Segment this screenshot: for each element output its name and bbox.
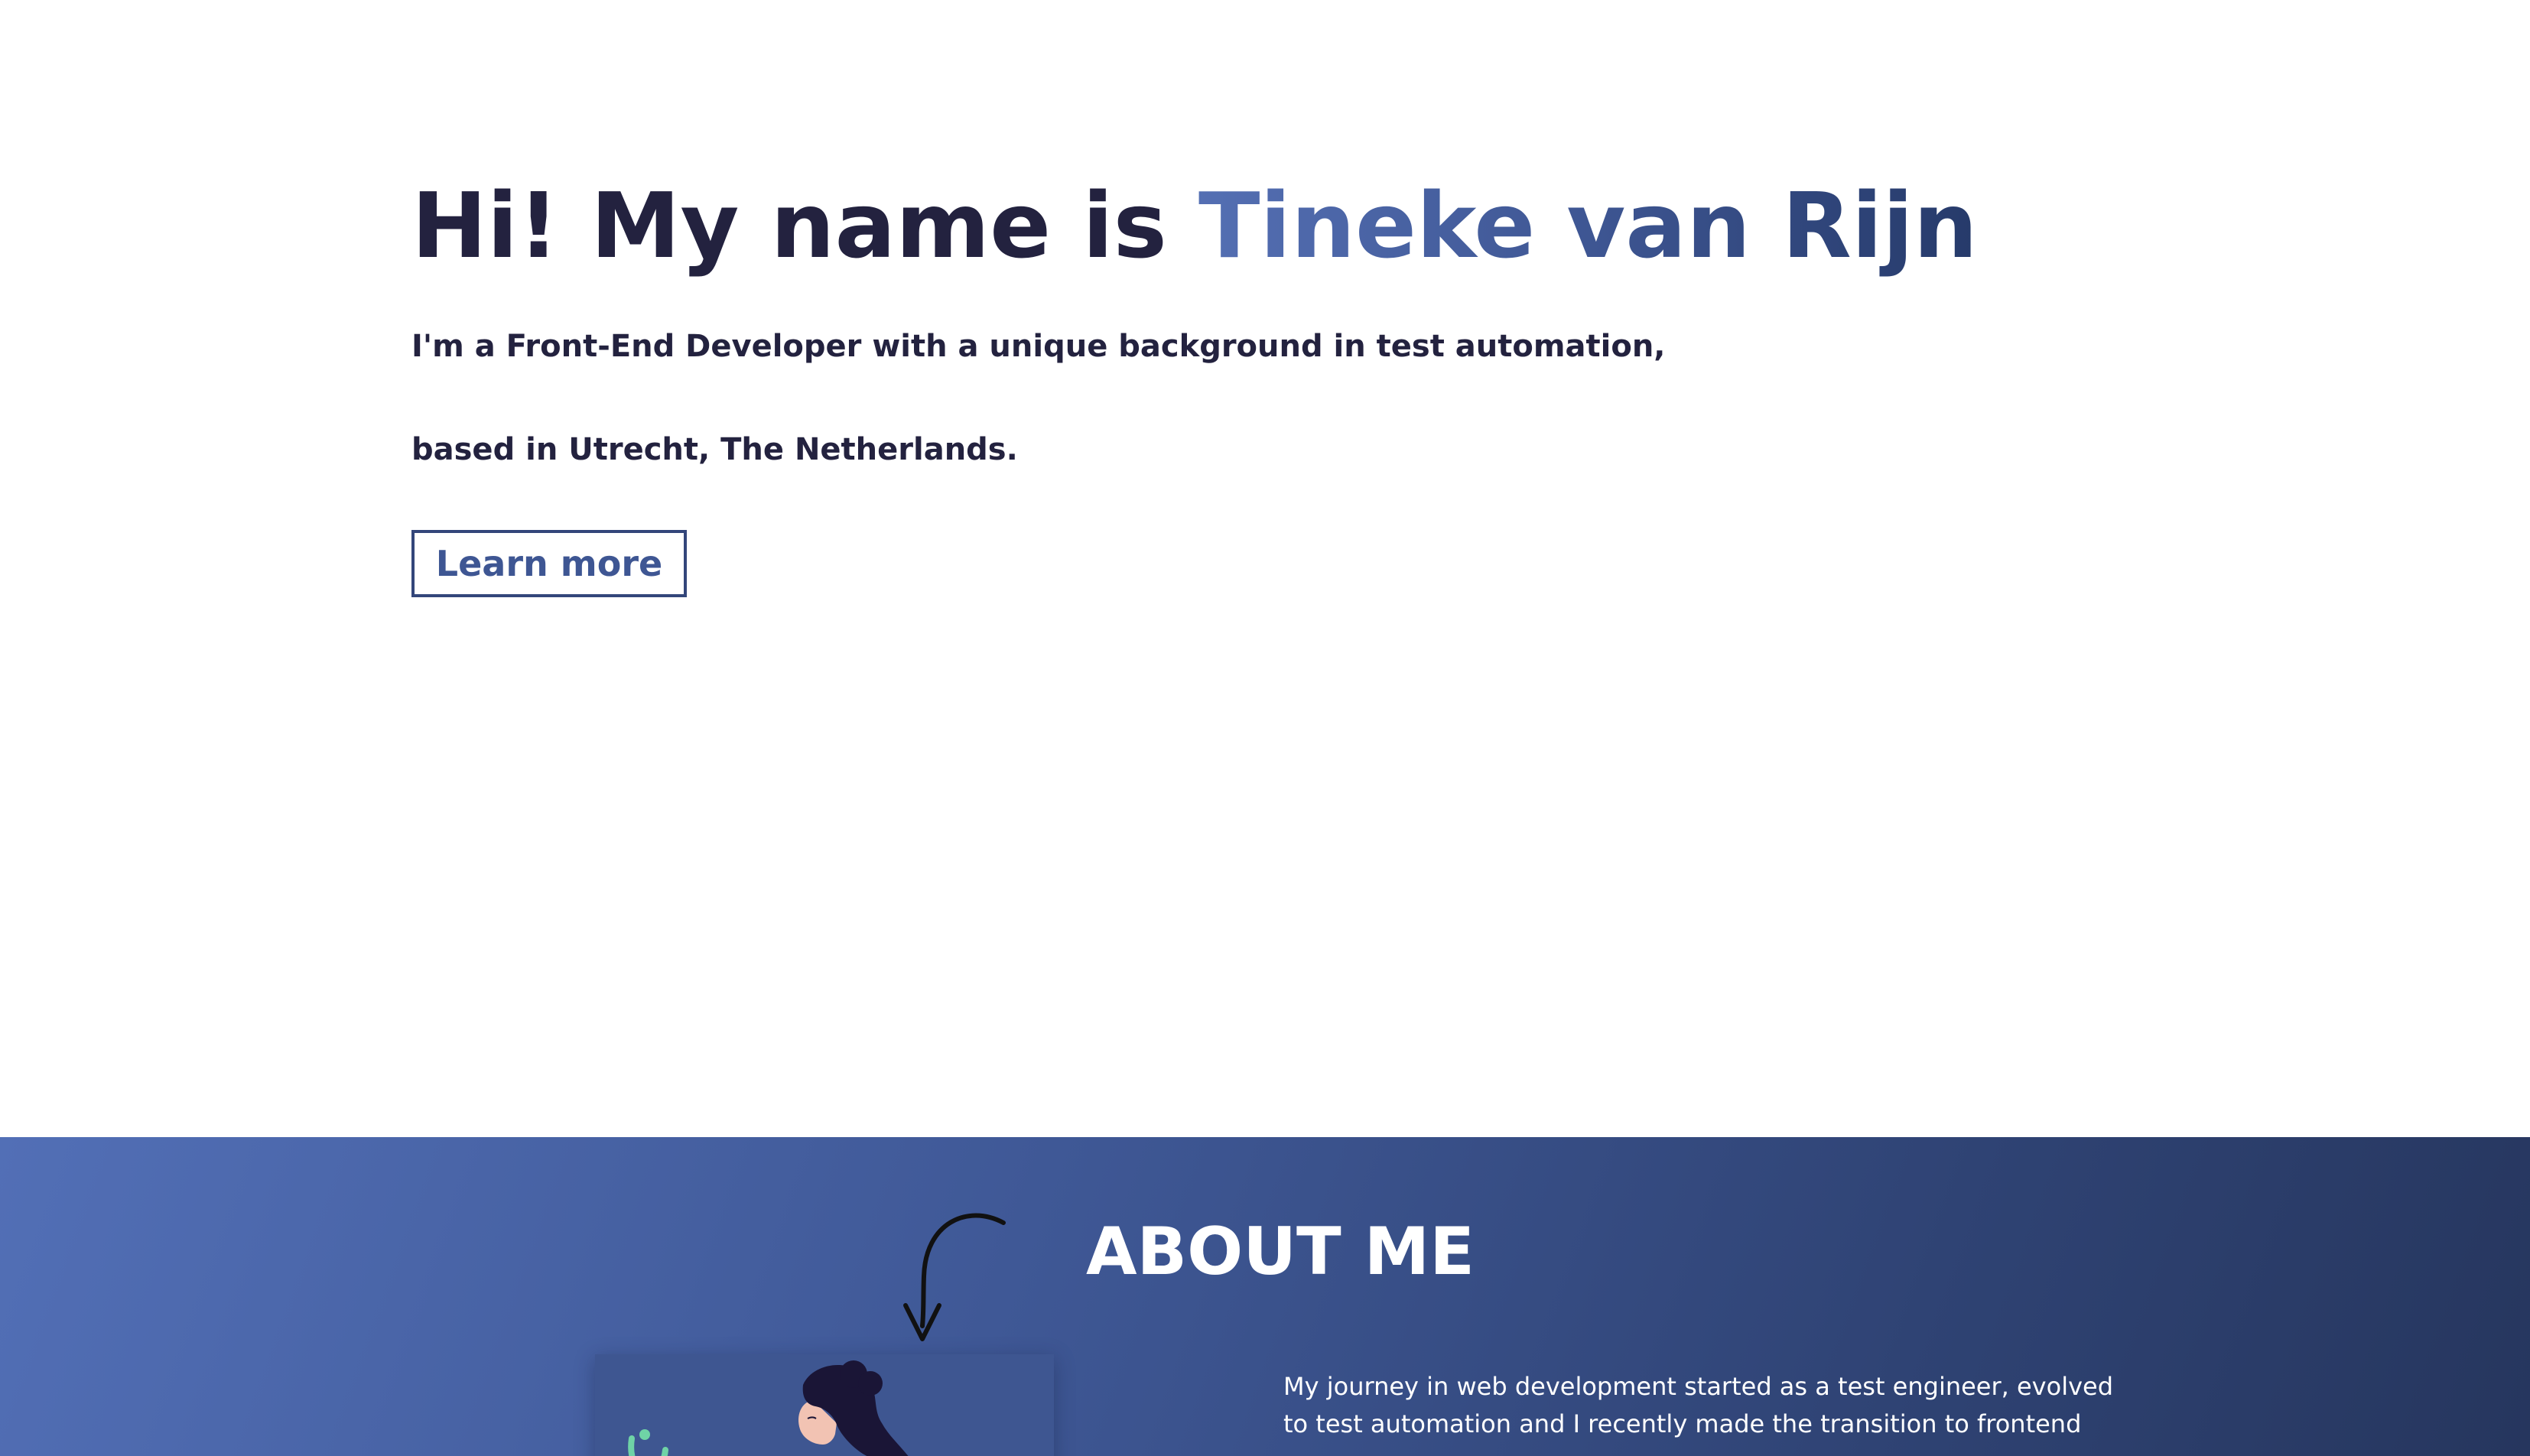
- woman-illustration: [628, 1360, 909, 1456]
- hero-intro-line-1: I'm a Front-End Developer with a unique …: [411, 329, 1666, 364]
- curved-arrow-down-icon: [903, 1213, 1006, 1341]
- hero-title: Hi! My name is Tineke van Rijn: [411, 172, 1978, 279]
- hero-intro-line-2: based in Utrecht, The Netherlands.: [411, 432, 1018, 467]
- learn-more-button[interactable]: Learn more: [411, 530, 687, 597]
- about-illustration-card: [595, 1354, 1054, 1456]
- about-section: ABOUT ME My journey in web development s…: [0, 1137, 2530, 1456]
- hero-section: Hi! My name is Tineke van Rijn I'm a Fro…: [0, 0, 2530, 1137]
- hero-title-prefix: Hi! My name is: [411, 173, 1198, 278]
- hero-title-name: Tineke van Rijn: [1198, 173, 1978, 278]
- about-title: ABOUT ME: [1086, 1214, 1475, 1290]
- about-text: My journey in web development started as…: [1283, 1372, 2114, 1438]
- plant-icon: [628, 1429, 668, 1456]
